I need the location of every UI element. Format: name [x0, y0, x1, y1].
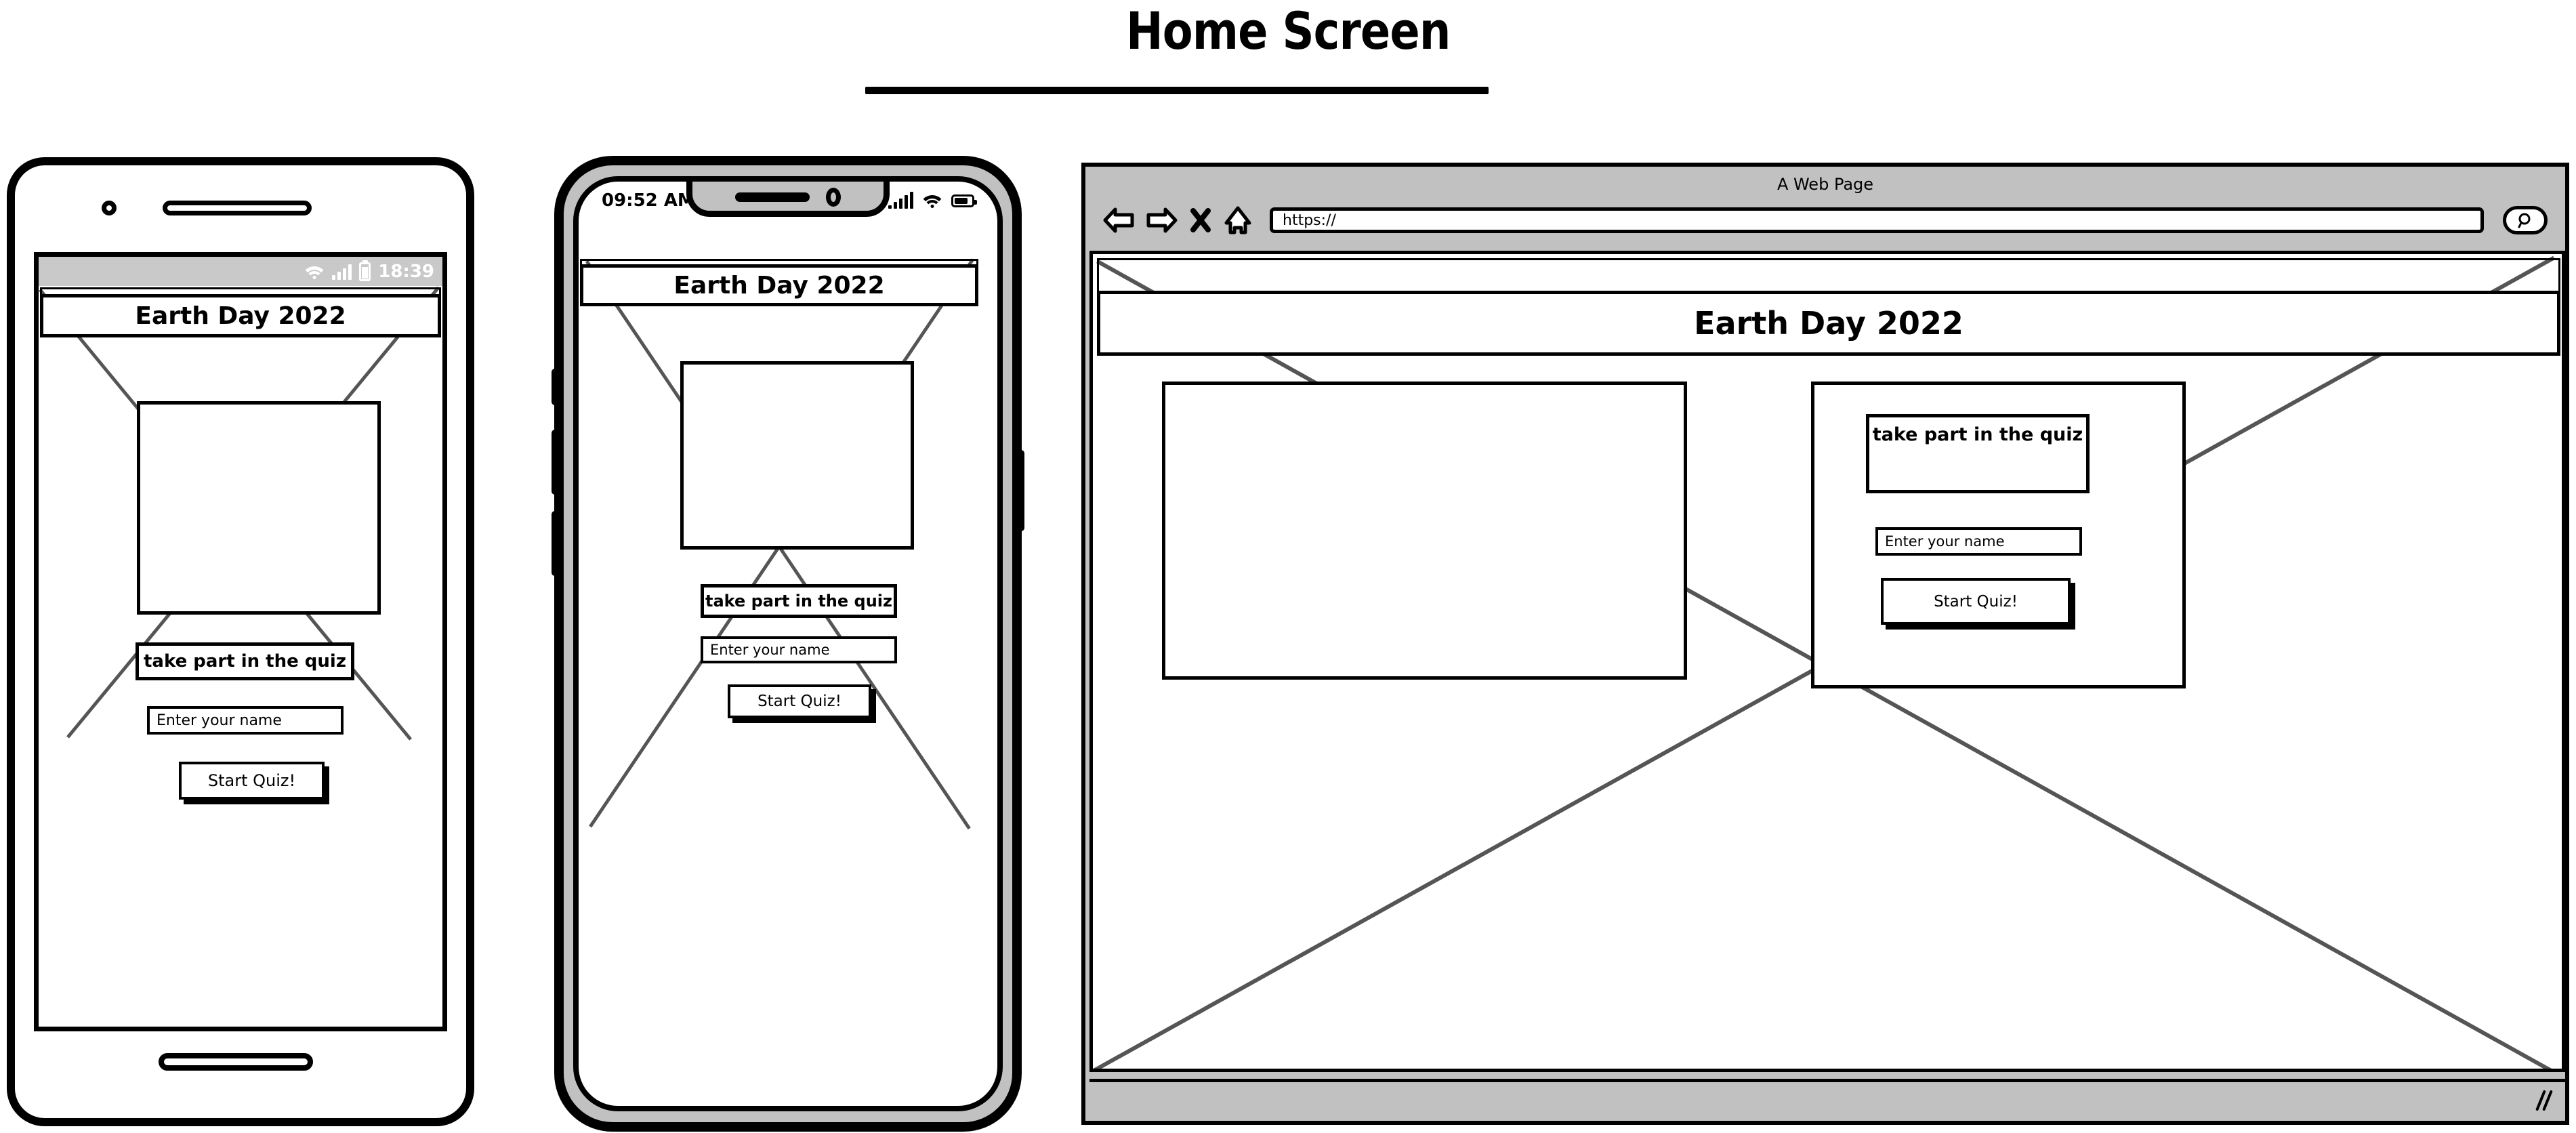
browser-status-bar	[1089, 1079, 2565, 1117]
browser-start-quiz-label: Start Quiz!	[1934, 592, 2018, 611]
android-name-input-placeholder: Enter your name	[157, 712, 282, 729]
iphone-image-placeholder	[680, 361, 914, 550]
android-home-button[interactable]	[159, 1053, 313, 1071]
browser-name-input[interactable]: Enter your name	[1875, 527, 2082, 556]
home-icon[interactable]	[1224, 205, 1252, 235]
iphone-volume-up-button[interactable]	[552, 430, 560, 495]
android-clock: 18:39	[378, 261, 434, 282]
android-name-input[interactable]: Enter your name	[147, 706, 344, 735]
iphone-clock: 09:52 AM	[602, 190, 695, 211]
android-quiz-heading-text: take part in the quiz	[144, 651, 346, 672]
iphone-mute-switch[interactable]	[552, 369, 560, 405]
android-app-header: Earth Day 2022	[40, 294, 441, 337]
battery-icon	[359, 262, 371, 281]
search-icon	[2518, 213, 2531, 228]
browser-page-header: Earth Day 2022	[1097, 291, 2560, 356]
browser-quiz-heading-text: take part in the quiz	[1872, 424, 2083, 445]
back-arrow-icon[interactable]	[1103, 206, 1134, 234]
android-quiz-heading: take part in the quiz	[136, 642, 354, 680]
signal-icon	[888, 192, 913, 209]
android-app-surface: Earth Day 2022 take part in the quiz Ent…	[39, 286, 442, 1027]
wifi-icon	[302, 264, 328, 279]
browser-main-image-placeholder	[1162, 382, 1687, 680]
android-screen: 18:39 Earth Day 2022 take part in the qu…	[34, 252, 447, 1031]
battery-icon	[951, 194, 977, 207]
earpiece-speaker-icon	[163, 201, 312, 215]
signal-icon	[332, 264, 352, 280]
browser-name-input-placeholder: Enter your name	[1885, 533, 2005, 550]
page-title-underline	[865, 87, 1489, 94]
iphone-start-quiz-label: Start Quiz!	[757, 693, 842, 710]
browser-start-quiz-button[interactable]: Start Quiz!	[1881, 578, 2071, 625]
iphone-app-header-text: Earth Day 2022	[673, 271, 885, 300]
iphone-volume-down-button[interactable]	[552, 511, 560, 576]
iphone-app-surface: Earth Day 2022 take part in the quiz Ent…	[579, 258, 997, 1098]
iphone-name-input-placeholder: Enter your name	[710, 642, 830, 658]
iphone-screen: 09:52 AM Earth Day 2022 take part in the…	[573, 176, 1003, 1111]
iphone-quiz-heading: take part in the quiz	[701, 584, 897, 618]
wifi-icon	[919, 193, 945, 208]
page-title: Home Screen	[1125, 1, 1451, 61]
resize-grip-icon[interactable]	[2535, 1090, 2554, 1111]
android-start-quiz-button[interactable]: Start Quiz!	[179, 762, 325, 800]
forward-arrow-icon[interactable]	[1146, 206, 1178, 234]
browser-quiz-panel: take part in the quiz Enter your name St…	[1811, 382, 2186, 688]
front-camera-icon	[826, 188, 841, 207]
android-start-quiz-label: Start Quiz!	[207, 771, 296, 790]
iphone-name-input[interactable]: Enter your name	[701, 636, 897, 663]
iphone-notch	[686, 182, 890, 217]
front-camera-icon	[102, 201, 117, 215]
browser-toolbar: https://	[1085, 197, 2565, 244]
url-text: https://	[1283, 211, 1336, 229]
browser-window-title: A Web Page	[1777, 175, 1874, 194]
android-status-bar: 18:39	[39, 257, 442, 286]
page-title-container: Home Screen	[0, 5, 2576, 64]
url-address-bar[interactable]: https://	[1270, 207, 2484, 233]
iphone-quiz-heading-text: take part in the quiz	[705, 592, 892, 611]
browser-window-mockup: A Web Page https:// Earth Day 2022 take …	[1081, 163, 2569, 1125]
android-image-placeholder	[137, 401, 381, 615]
iphone-power-button[interactable]	[1016, 450, 1024, 531]
browser-content-area: Earth Day 2022 take part in the quiz Ent…	[1089, 251, 2565, 1072]
android-phone-mockup: 18:39 Earth Day 2022 take part in the qu…	[7, 157, 474, 1126]
android-app-header-text: Earth Day 2022	[135, 302, 346, 330]
stop-x-icon[interactable]	[1190, 206, 1211, 234]
iphone-mockup: 09:52 AM Earth Day 2022 take part in the…	[552, 156, 1024, 1132]
iphone-start-quiz-button[interactable]: Start Quiz!	[728, 684, 871, 718]
earpiece-speaker-icon	[735, 192, 810, 202]
browser-quiz-heading: take part in the quiz	[1866, 414, 2090, 493]
iphone-app-header: Earth Day 2022	[580, 264, 978, 306]
search-button[interactable]	[2503, 206, 2548, 234]
browser-page-header-text: Earth Day 2022	[1694, 305, 1964, 342]
